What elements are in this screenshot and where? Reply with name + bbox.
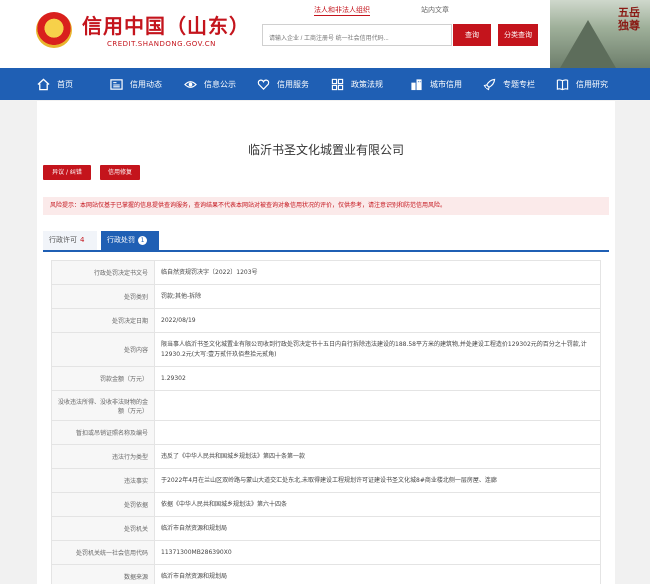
search-input[interactable]: [267, 29, 451, 49]
nav-item-topics[interactable]: 专题专栏: [483, 68, 535, 100]
nav-label: 首页: [57, 79, 73, 89]
table-row: 罚款金额（万元） 1.29302: [51, 366, 601, 391]
field-value: 限当事人临沂书圣文化城置业有限公司收到行政处罚决定书十五日内自行拆除违法建设的1…: [154, 332, 601, 367]
field-value: 临沂市自然资源和规划局: [154, 564, 601, 584]
risk-label: 风险提示：: [50, 202, 81, 209]
nav-label: 信息公示: [204, 79, 236, 89]
field-label: 处罚依据: [51, 492, 155, 517]
national-emblem-icon: ★: [36, 12, 72, 48]
nav-item-service[interactable]: 信用服务: [257, 68, 309, 100]
field-label: 罚款金额（万元）: [51, 366, 155, 391]
nav-label: 信用服务: [277, 79, 309, 89]
heart-icon: [257, 78, 270, 90]
field-label: 处罚类别: [51, 284, 155, 309]
field-label: 没收违法所得、没收非法财物的金额（万元）: [51, 390, 155, 421]
risk-text: 本网站仅基于已掌握的信息提供查询服务，查询结果不代表本网站对被查询对象信用状况的…: [80, 202, 447, 209]
field-value: 罚款;其他-拆除: [154, 284, 601, 309]
field-label: 违法事实: [51, 468, 155, 493]
table-row: 处罚内容 限当事人临沂书圣文化城置业有限公司收到行政处罚决定书十五日内自行拆除违…: [51, 332, 601, 367]
site-header: ★ 信用中国（山东） CREDIT.SHANDONG.GOV.CN 法人和非法人…: [0, 0, 650, 68]
five-peaks-seal: 五岳独尊: [618, 6, 640, 32]
field-label: 行政处罚决定书文号: [51, 260, 155, 285]
table-row: 违法行为类型 违反了《中华人民共和国城乡规划法》第四十条第一款: [51, 444, 601, 469]
table-row: 数据来源 临沂市自然资源和规划局: [51, 564, 601, 584]
search-type-links: 法人和非法人组织 站内文章: [264, 5, 584, 17]
nav-item-home[interactable]: 首页: [37, 68, 73, 100]
nav-label: 城市信用: [430, 79, 462, 89]
table-row: 暂扣或吊销证照名称及编号: [51, 420, 601, 445]
table-row: 没收违法所得、没收非法财物的金额（万元）: [51, 390, 601, 421]
site-domain: CREDIT.SHANDONG.GOV.CN: [107, 40, 216, 48]
tab-count-badge: 1: [138, 236, 147, 245]
main-content: 临沂书圣文化城置业有限公司 异议 / 纠错 信用修复 风险提示：本网站仅基于已掌…: [37, 101, 615, 584]
tab-count-badge: 4: [80, 236, 85, 244]
field-label: 处罚机关统一社会信用代码: [51, 540, 155, 565]
field-label: 处罚机关: [51, 516, 155, 541]
site-title[interactable]: 信用中国（山东）: [82, 10, 250, 39]
nav-item-city[interactable]: 城市信用: [410, 68, 462, 100]
field-value: 依据《中华人民共和国城乡规划法》第六十四条: [154, 492, 601, 517]
credit-repair-button[interactable]: 信用修复: [100, 165, 140, 180]
nav-label: 信用研究: [576, 79, 608, 89]
risk-notice: 风险提示：本网站仅基于已掌握的信息提供查询服务，查询结果不代表本网站对被查询对象…: [43, 197, 609, 215]
category-query-button[interactable]: 分类查询: [498, 24, 538, 46]
table-row: 处罚依据 依据《中华人民共和国城乡规划法》第六十四条: [51, 492, 601, 517]
penalty-detail-table: 行政处罚决定书文号 临自然资规罚决字〔2022〕1203号 处罚类别 罚款;其他…: [51, 260, 601, 584]
field-value: 临自然资规罚决字〔2022〕1203号: [154, 260, 601, 285]
nav-item-news[interactable]: 信用动态: [110, 68, 162, 100]
nav-item-disclosure[interactable]: 信息公示: [184, 68, 236, 100]
search-box: [262, 24, 452, 49]
nav-item-research[interactable]: 信用研究: [556, 68, 608, 100]
field-value: 违反了《中华人民共和国城乡规划法》第四十条第一款: [154, 444, 601, 469]
eye-icon: [184, 80, 197, 88]
query-button[interactable]: 查询: [453, 24, 491, 46]
mount-tai-banner: 五岳独尊: [550, 0, 650, 68]
book-icon: [556, 78, 569, 90]
field-value: 临沂市自然资源和规划局: [154, 516, 601, 541]
field-value: 11371300MB286390X0: [154, 540, 601, 565]
news-icon: [110, 78, 123, 90]
tab-admin-license[interactable]: 行政许可 4: [43, 231, 97, 250]
city-icon: [411, 78, 422, 90]
nav-label: 信用动态: [130, 79, 162, 89]
field-value: [154, 390, 601, 421]
main-nav: 首页 信用动态 信息公示 信用服务 政策法规 城市信用 专题专栏 信用研究: [0, 68, 650, 100]
field-label: 数据来源: [51, 564, 155, 584]
search-type-article[interactable]: 站内文章: [421, 5, 449, 15]
home-icon: [37, 78, 50, 90]
field-value: 1.29302: [154, 366, 601, 391]
nav-item-policy[interactable]: 政策法规: [331, 68, 383, 100]
record-tabs: 行政许可 4 行政处罚 1: [43, 231, 609, 252]
field-label: 处罚内容: [51, 332, 155, 367]
field-label: 违法行为类型: [51, 444, 155, 469]
grid-icon: [331, 78, 344, 90]
table-row: 处罚机关 临沂市自然资源和规划局: [51, 516, 601, 541]
field-label: 暂扣或吊销证照名称及编号: [51, 420, 155, 445]
tab-label: 行政处罚: [107, 236, 135, 244]
field-value: [154, 420, 601, 445]
rocket-icon: [483, 78, 496, 90]
table-row: 处罚机关统一社会信用代码 11371300MB286390X0: [51, 540, 601, 565]
field-value: 2022/08/19: [154, 308, 601, 333]
objection-button[interactable]: 异议 / 纠错: [43, 165, 91, 180]
tab-label: 行政许可: [49, 236, 77, 244]
search-type-org[interactable]: 法人和非法人组织: [314, 5, 370, 16]
table-row: 处罚决定日期 2022/08/19: [51, 308, 601, 333]
field-value: 于2022年4月在兰山区双岭路与蒙山大道交汇处东北,未取得建设工程规划许可证建设…: [154, 468, 601, 493]
nav-label: 专题专栏: [503, 79, 535, 89]
tab-admin-penalty[interactable]: 行政处罚 1: [101, 231, 159, 250]
nav-label: 政策法规: [351, 79, 383, 89]
table-row: 处罚类别 罚款;其他-拆除: [51, 284, 601, 309]
table-row: 违法事实 于2022年4月在兰山区双岭路与蒙山大道交汇处东北,未取得建设工程规划…: [51, 468, 601, 493]
company-name: 临沂书圣文化城置业有限公司: [247, 143, 404, 157]
field-label: 处罚决定日期: [51, 308, 155, 333]
table-row: 行政处罚决定书文号 临自然资规罚决字〔2022〕1203号: [51, 260, 601, 285]
